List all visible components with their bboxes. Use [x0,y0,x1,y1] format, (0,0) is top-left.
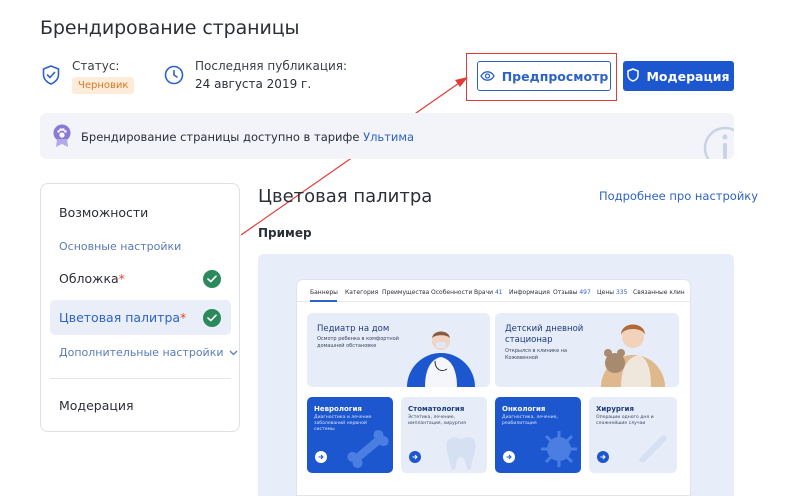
mock-service-subtitle: Диагностика и лечение заболеваний нервно… [314,415,372,433]
mock-service-card: Стоматология Эстетика, лечение, импланта… [401,397,487,473]
eye-icon [479,69,495,84]
arrow-right-icon [409,451,421,463]
sidebar-divider [50,378,231,379]
mock-tab-count: 497 [579,289,591,296]
status-label: Статус: [72,59,120,73]
mock-banner-card: Детский дневной стационар Открылся в кли… [495,313,679,387]
sidebar-group-main-settings[interactable]: Основные настройки [59,240,181,253]
preview-button-label: Предпросмотр [501,68,609,84]
mock-tab: Цены 335 [597,289,627,296]
sidebar-item-features[interactable]: Возможности [59,205,148,220]
clock-icon [163,64,185,86]
arrow-right-icon [503,451,515,463]
mock-service-card: Хирургия Операции одного дня и сложнейши… [589,397,677,473]
sidebar-item-color-palette-label: Цветовая палитра [59,310,181,325]
sidebar-item-color-palette-text: Цветовая палитра* [59,310,186,325]
sidebar-group-additional-settings-label: Дополнительные настройки [59,346,224,359]
mock-service-title: Стоматология [408,405,465,413]
check-icon [203,270,221,288]
shield-icon [627,67,640,85]
mock-tab: Преимущества [382,289,430,296]
mock-banner-title: Педиатр на дом [317,324,390,334]
preview-button[interactable]: Предпросмотр [477,61,611,91]
child-with-teddy-illustration [601,324,665,387]
example-label: Пример [258,226,312,240]
mock-tab-label: Врачи [474,289,494,296]
arrow-right-icon [597,451,609,463]
mock-service-subtitle: Операции одного дня и сложнейшие случаи [596,415,654,427]
virus-icon [541,431,577,467]
sidebar-item-moderation[interactable]: Модерация [59,398,134,413]
mock-tab: Информация [509,289,550,296]
mock-service-subtitle: Диагностика, лечение, реабилитация [502,415,558,427]
doctor-illustration [407,331,475,387]
publication-label: Последняя публикация: [195,59,348,73]
moderation-button-label: Модерация [646,68,730,84]
mock-tab: Категория [345,289,379,296]
sidebar-group-additional-settings[interactable]: Дополнительные настройки [59,346,238,359]
page-title: Брендирование страницы [40,17,300,39]
mock-banner-title: Детский дневной стационар [505,324,584,346]
mock-banner-subtitle: Осмотр ребенка в комфортной домашней обс… [317,336,399,349]
mock-tab-count: 335 [615,289,628,296]
mock-service-title: Хирургия [596,405,634,413]
mock-tab-label: Отзывы [553,289,578,296]
mock-service-card: Онкология Диагностика, лечение, реабилит… [495,397,581,473]
section-title: Цветовая палитра [258,186,433,207]
mock-service-title: Неврология [314,405,362,413]
arrow-right-icon [315,451,327,463]
mock-banner-card: Педиатр на дом Осмотр ребенка в комфортн… [307,313,490,387]
mock-banner-subtitle: Открылся в клинике на Кожевенной [505,348,568,361]
required-mark: * [180,310,187,325]
more-about-settings-link[interactable]: Подробнее про настройку [599,189,758,203]
tariff-info-text: Брендирование страницы доступно в тарифе… [81,130,414,144]
mock-tab-label: Цены [597,289,615,296]
paw-badge-icon [52,124,72,152]
shield-check-icon [40,64,62,86]
status-badge: Черновик [72,77,135,94]
scalpel-icon [639,435,667,463]
sidebar-item-cover-label: Обложка [59,271,119,286]
mock-service-card: Неврология Диагностика и лечение заболев… [307,397,393,473]
mock-service-title: Онкология [502,405,546,413]
mock-tab-count: 41 [494,289,503,296]
tooth-icon [446,437,476,470]
moderation-button[interactable]: Модерация [623,61,734,91]
check-icon [203,309,221,327]
publication-date: 24 августа 2019 г. [195,77,312,91]
mock-tab: Баннеры [310,289,338,296]
required-mark: * [118,271,125,286]
tariff-info-message: Брендирование страницы доступно в тарифе [81,130,360,144]
sidebar-item-cover[interactable]: Обложка* [59,271,125,286]
mock-tab: Связанные клин [633,289,685,296]
tariff-link[interactable]: Ультима [363,130,414,144]
mock-tab: Врачи 41 [474,289,503,296]
mock-tab-underline [310,300,337,302]
example-mock-page: Баннеры Категория Преимущества Особеннос… [296,279,691,496]
mock-service-subtitle: Эстетика, лечение, имплантация, хирургия [408,415,466,427]
info-watermark-icon [703,126,734,159]
chevron-down-icon [229,346,238,359]
mock-tab: Особенности [431,289,473,296]
mock-tab: Отзывы 497 [553,289,591,296]
